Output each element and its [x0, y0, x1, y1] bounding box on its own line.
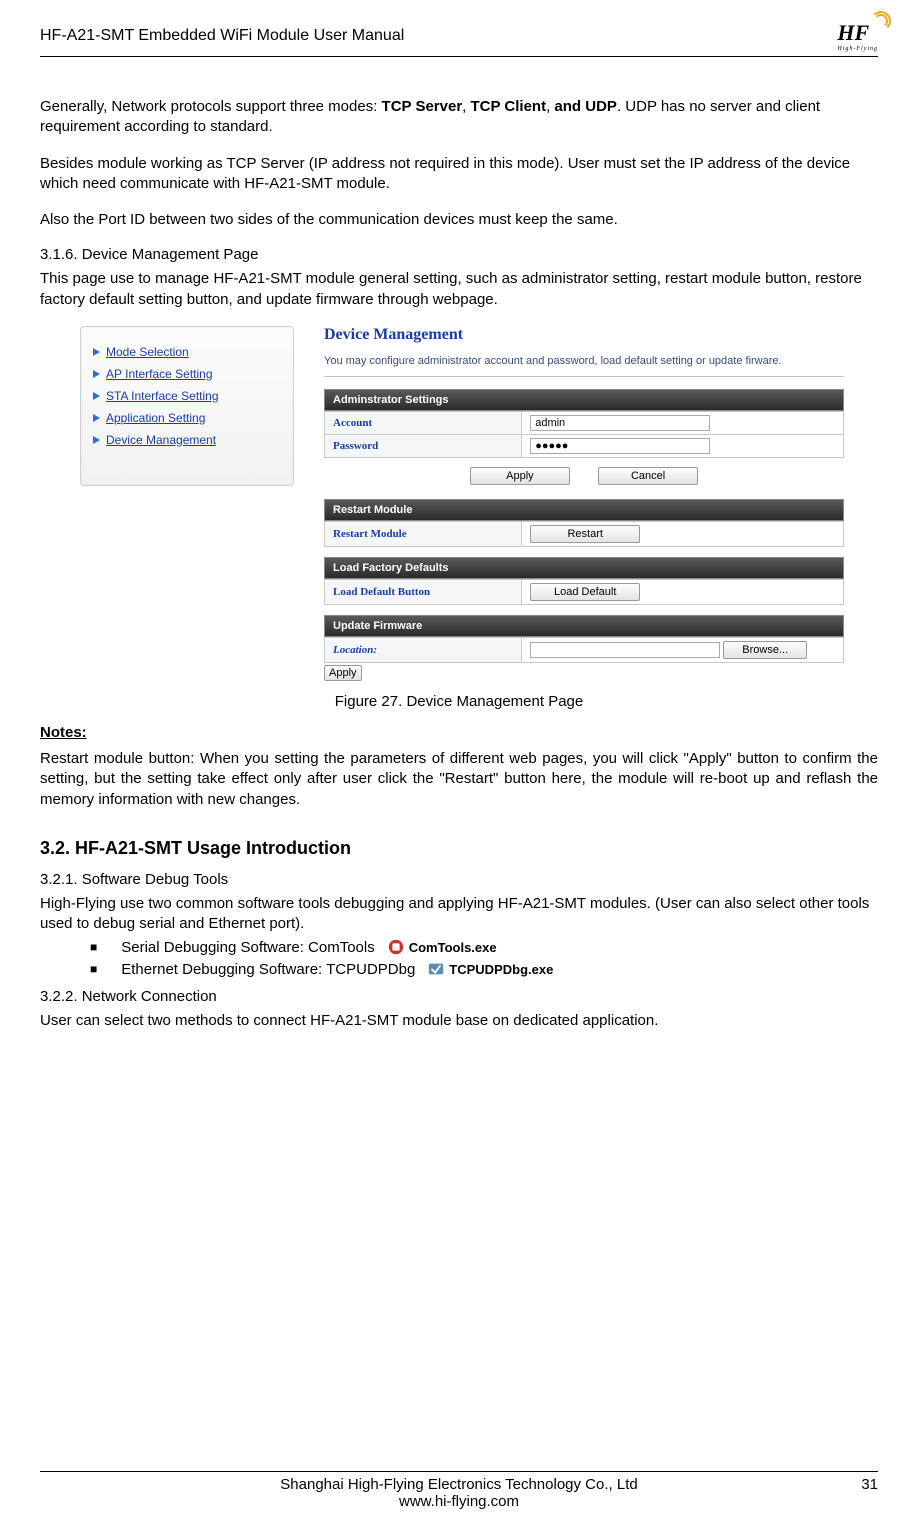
- footer-company: Shanghai High-Flying Electronics Technol…: [280, 1476, 637, 1493]
- restart-bar: Restart Module: [324, 499, 844, 521]
- side-nav: Mode Selection AP Interface Setting STA …: [80, 326, 294, 486]
- paragraph-ip: Besides module working as TCP Server (IP…: [40, 154, 878, 195]
- account-label: Account: [325, 412, 522, 435]
- sidebar-item-ap[interactable]: AP Interface Setting: [93, 367, 281, 381]
- heading-32: 3.2. HF-A21-SMT Usage Introduction: [40, 838, 878, 859]
- arrow-icon: [93, 414, 100, 422]
- doc-title: HF-A21-SMT Embedded WiFi Module User Man…: [40, 27, 404, 45]
- paragraph-322: User can select two methods to connect H…: [40, 1011, 878, 1031]
- device-management-panel: Device Management You may configure admi…: [324, 326, 844, 681]
- heading-322: 3.2.2. Network Connection: [40, 988, 878, 1005]
- sidebar-item-sta[interactable]: STA Interface Setting: [93, 389, 281, 403]
- hf-logo: HF High-Flying: [837, 20, 878, 52]
- load-defaults-table: Load Default Button Load Default: [324, 579, 844, 605]
- heading-316: 3.1.6. Device Management Page: [40, 246, 878, 263]
- load-defaults-bar: Load Factory Defaults: [324, 557, 844, 579]
- password-input[interactable]: [530, 438, 710, 454]
- load-default-button[interactable]: Load Default: [530, 583, 640, 601]
- footer-url: www.hi-flying.com: [399, 1493, 519, 1510]
- apply-button[interactable]: Apply: [470, 467, 570, 485]
- restart-table: Restart Module Restart: [324, 521, 844, 547]
- document-header: HF-A21-SMT Embedded WiFi Module User Man…: [40, 20, 878, 57]
- divider: [324, 376, 844, 377]
- panel-desc: You may configure administrator account …: [324, 354, 844, 368]
- exe-icon: [387, 938, 405, 956]
- arrow-icon: [93, 392, 100, 400]
- tools-list: Serial Debugging Software: ComTools ComT…: [40, 938, 878, 978]
- location-label: Location:: [325, 638, 522, 663]
- sidebar-item-device[interactable]: Device Management: [93, 433, 281, 447]
- cancel-button[interactable]: Cancel: [598, 467, 698, 485]
- paragraph-port: Also the Port ID between two sides of th…: [40, 210, 878, 230]
- account-input[interactable]: [530, 415, 710, 431]
- admin-button-row: Apply Cancel: [324, 458, 844, 499]
- restart-label: Restart Module: [325, 522, 522, 547]
- comtools-exe: ComTools.exe: [387, 938, 497, 956]
- notes-heading: Notes:: [40, 724, 878, 741]
- list-item: Ethernet Debugging Software: TCPUDPDbg T…: [90, 960, 878, 978]
- admin-settings-bar: Adminstrator Settings: [324, 389, 844, 411]
- list-item: Serial Debugging Software: ComTools ComT…: [90, 938, 878, 956]
- panel-title: Device Management: [324, 326, 844, 344]
- device-management-screenshot: Mode Selection AP Interface Setting STA …: [80, 326, 878, 681]
- restart-button[interactable]: Restart: [530, 525, 640, 543]
- sidebar-item-app[interactable]: Application Setting: [93, 411, 281, 425]
- page-number: 31: [861, 1476, 878, 1493]
- arrow-icon: [93, 370, 100, 378]
- admin-settings-table: Account Password: [324, 411, 844, 458]
- wifi-icon: [874, 12, 890, 28]
- paragraph-protocols: Generally, Network protocols support thr…: [40, 97, 878, 138]
- heading-321: 3.2.1. Software Debug Tools: [40, 871, 878, 888]
- paragraph-316: This page use to manage HF-A21-SMT modul…: [40, 269, 878, 310]
- exe-icon: [427, 960, 445, 978]
- paragraph-321: High-Flying use two common software tool…: [40, 894, 878, 935]
- figure-caption: Figure 27. Device Management Page: [40, 693, 878, 710]
- document-footer: Shanghai High-Flying Electronics Technol…: [40, 1471, 878, 1510]
- arrow-icon: [93, 436, 100, 444]
- tcpudpdbg-exe: TCPUDPDbg.exe: [427, 960, 553, 978]
- update-firmware-bar: Update Firmware: [324, 615, 844, 637]
- browse-button[interactable]: Browse...: [723, 641, 807, 659]
- sidebar-item-mode[interactable]: Mode Selection: [93, 345, 281, 359]
- firmware-apply-button[interactable]: Apply: [324, 665, 362, 681]
- notes-text: Restart module button: When you setting …: [40, 749, 878, 810]
- firmware-path-input[interactable]: [530, 642, 720, 658]
- password-label: Password: [325, 435, 522, 458]
- arrow-icon: [93, 348, 100, 356]
- load-default-label: Load Default Button: [325, 580, 522, 605]
- firmware-table: Location: Browse...: [324, 637, 844, 663]
